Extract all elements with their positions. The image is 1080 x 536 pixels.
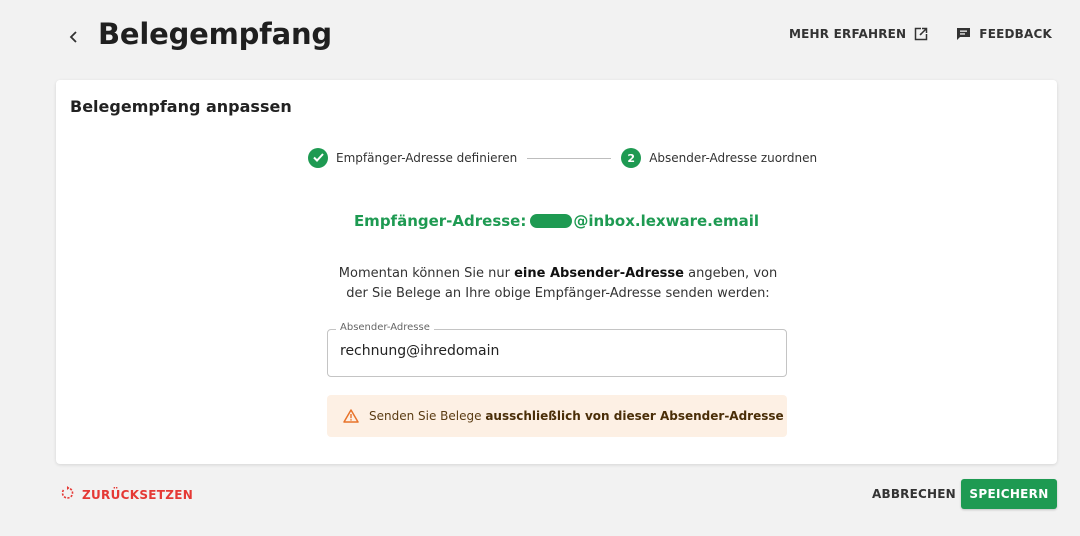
step-connector [527,157,612,159]
sender-address-label: Absender-Adresse [336,322,434,333]
card-title: Belegempfang anpassen [70,97,292,116]
step-2-label: Absender-Adresse zuordnen [649,151,818,165]
feedback-icon [956,27,971,41]
warning-banner: Senden Sie Belege ausschließlich von die… [327,395,787,437]
save-button[interactable]: SPEICHERN [961,479,1057,509]
sender-address-field: Absender-Adresse [327,322,787,377]
step-1-label: Empfänger-Adresse definieren [336,151,518,165]
warning-text-plain: Senden Sie Belege [369,409,486,423]
redacted-local-part [530,214,573,228]
check-icon [312,152,324,165]
info-text-bold: eine Absender-Adresse [514,266,684,281]
chevron-left-icon [69,29,79,48]
recipient-domain: @inbox.lexware.email [573,212,760,230]
settings-card: Belegempfang anpassen Empfänger-Adresse … [56,80,1057,464]
info-text: Momentan können Sie nur eine Absender-Ad… [328,264,788,304]
recipient-address: Empfänger-Adresse: @inbox.lexware.email [56,212,1057,230]
stepper: Empfänger-Adresse definieren 2 Absender-… [308,148,817,168]
step-1-indicator [308,148,328,168]
step-2-indicator: 2 [621,148,642,168]
external-link-icon [914,27,929,41]
reset-label: ZURÜCKSETZEN [82,487,194,502]
back-button[interactable] [64,26,84,50]
page-title: Belegempfang [98,17,332,51]
learn-more-label: MEHR ERFAHREN [789,27,907,41]
warning-text-bold: ausschließlich von dieser Absender-Adres… [485,409,784,423]
reset-icon [60,486,74,503]
warning-text: Senden Sie Belege ausschließlich von die… [369,409,784,423]
feedback-label: FEEDBACK [979,27,1052,41]
reset-button[interactable]: ZURÜCKSETZEN [60,486,193,503]
cancel-button[interactable]: ABBRECHEN [872,487,956,501]
feedback-button[interactable]: FEEDBACK [956,27,1052,41]
sender-address-input[interactable] [340,343,774,359]
learn-more-link[interactable]: MEHR ERFAHREN [789,27,929,41]
info-text-part1: Momentan können Sie nur [338,266,515,281]
header-actions: MEHR ERFAHREN FEEDBACK [789,27,1052,41]
warning-icon [343,409,359,423]
recipient-label: Empfänger-Adresse: [353,212,527,230]
